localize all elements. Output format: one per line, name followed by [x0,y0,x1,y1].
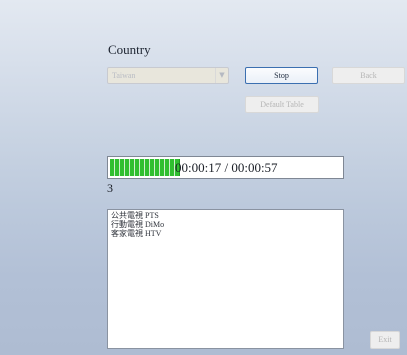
channel-list-item[interactable]: 公共電視 PTS [111,211,340,220]
scan-progress-bar: 00:00:17 / 00:00:57 [107,156,344,179]
scan-time-text: 00:00:17 / 00:00:57 [175,160,278,175]
channel-list-item[interactable]: 客家電視 HTV [111,229,340,238]
channel-count: 3 [107,181,113,195]
back-button[interactable]: Back [332,67,405,84]
channel-list-item[interactable]: 行動電視 DiMo [111,220,340,229]
channel-list[interactable]: 公共電視 PTS 行動電視 DiMo 客家電視 HTV [107,209,344,349]
chevron-down-icon[interactable]: ▼ [215,68,228,83]
scan-progress-fill [110,159,180,176]
exit-button[interactable]: Exit [370,331,400,349]
country-select[interactable]: Taiwan ▼ [107,67,229,84]
stop-button[interactable]: Stop [245,67,318,84]
country-select-value: Taiwan [112,71,136,80]
country-label: Country [108,42,151,57]
default-table-button[interactable]: Default Table [245,96,319,113]
